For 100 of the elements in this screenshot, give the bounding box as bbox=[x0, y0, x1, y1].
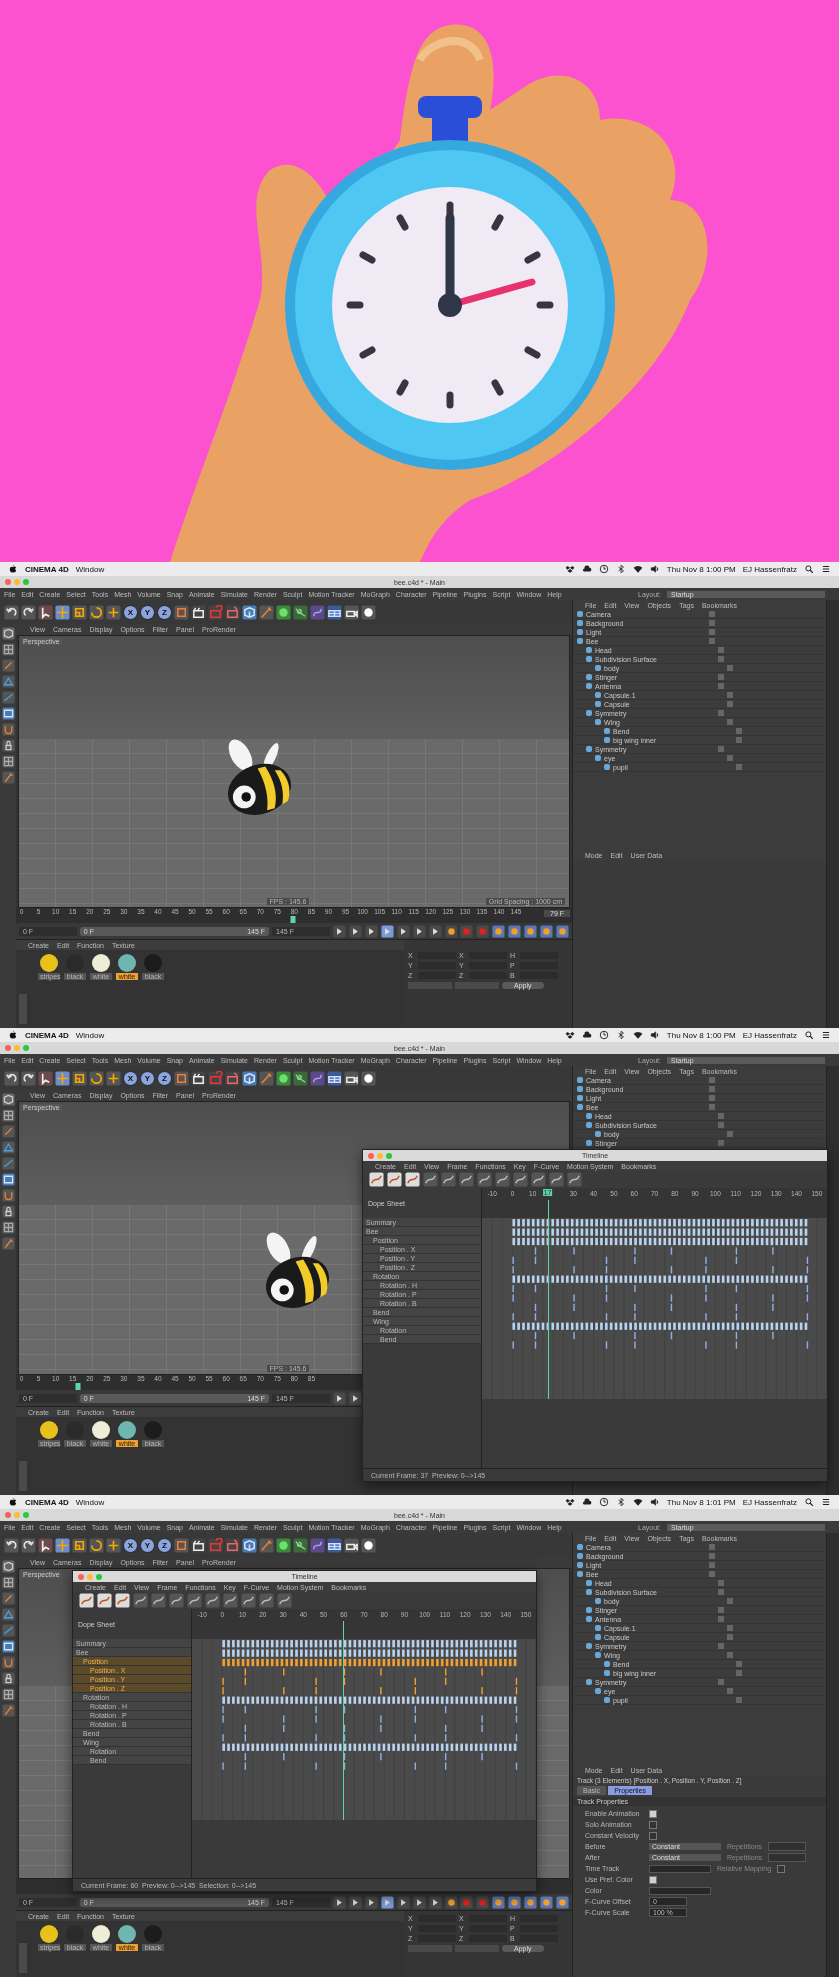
undo-icon[interactable] bbox=[4, 1537, 19, 1553]
volume-icon[interactable] bbox=[649, 1497, 660, 1507]
record-icon[interactable] bbox=[460, 924, 474, 938]
view-mode-icon[interactable] bbox=[369, 1172, 384, 1187]
axis-lock-button[interactable]: Y bbox=[140, 1070, 155, 1086]
scale-icon[interactable] bbox=[72, 604, 87, 620]
floor-icon[interactable] bbox=[327, 1070, 342, 1086]
pen-icon[interactable] bbox=[259, 604, 274, 620]
clock-icon[interactable] bbox=[598, 1497, 609, 1507]
cube-icon[interactable] bbox=[242, 604, 257, 620]
polygon-icon[interactable] bbox=[1, 1173, 15, 1186]
axis-lock-button[interactable]: Y bbox=[140, 1537, 155, 1553]
color-field[interactable] bbox=[649, 1886, 711, 1895]
floor-icon[interactable] bbox=[327, 604, 342, 620]
axis-lock-button[interactable]: X bbox=[123, 604, 138, 620]
number-field[interactable] bbox=[768, 1853, 807, 1862]
brush-icon[interactable] bbox=[1, 1704, 15, 1717]
checkbox[interactable] bbox=[649, 1809, 657, 1818]
skip-start-icon[interactable] bbox=[332, 924, 346, 938]
cursor-icon[interactable] bbox=[38, 1070, 53, 1086]
generator-icon[interactable] bbox=[293, 1537, 308, 1553]
lock-icon[interactable] bbox=[1, 739, 15, 752]
undo-icon[interactable] bbox=[4, 1070, 19, 1086]
vertex-icon[interactable] bbox=[1, 675, 15, 688]
move-icon[interactable] bbox=[492, 1895, 506, 1909]
key-tool-icon[interactable] bbox=[567, 1172, 582, 1187]
move-icon[interactable] bbox=[492, 924, 506, 938]
grid-icon[interactable] bbox=[1, 1221, 15, 1234]
sphere-icon[interactable] bbox=[276, 1537, 291, 1553]
play-icon[interactable] bbox=[396, 924, 410, 938]
bluetooth-icon[interactable] bbox=[615, 1030, 626, 1040]
generator-icon[interactable] bbox=[293, 1070, 308, 1086]
app-name-menu[interactable]: CINEMA 4D bbox=[25, 1030, 69, 1040]
pen-icon[interactable] bbox=[259, 1070, 274, 1086]
key-tool-icon[interactable] bbox=[441, 1172, 456, 1187]
key-tool-icon[interactable] bbox=[495, 1172, 510, 1187]
key-tool-icon[interactable] bbox=[459, 1172, 474, 1187]
cursor-icon[interactable] bbox=[38, 604, 53, 620]
rotate-icon[interactable] bbox=[524, 924, 538, 938]
cube-icon[interactable] bbox=[242, 1070, 257, 1086]
search-icon[interactable] bbox=[804, 564, 814, 574]
sphere-icon[interactable] bbox=[276, 604, 291, 620]
clock-text[interactable]: Thu Nov 8 1:00 PM bbox=[666, 564, 736, 574]
axis-lock-button[interactable]: Y bbox=[140, 604, 155, 620]
autokey-icon[interactable] bbox=[476, 1895, 490, 1909]
deformer-icon[interactable] bbox=[310, 1537, 325, 1553]
material-swatch[interactable] bbox=[118, 1925, 136, 1943]
checkbox[interactable] bbox=[649, 1875, 657, 1884]
light-bulb-icon[interactable] bbox=[361, 1537, 376, 1553]
move-icon[interactable] bbox=[55, 1537, 70, 1553]
app-name-menu[interactable]: CINEMA 4D bbox=[25, 1497, 69, 1507]
generator-icon[interactable] bbox=[293, 604, 308, 620]
redo-icon[interactable] bbox=[21, 604, 36, 620]
edit-icon[interactable] bbox=[1, 1125, 15, 1138]
edge-icon[interactable] bbox=[1, 1624, 15, 1637]
step-forward-icon[interactable] bbox=[412, 1895, 426, 1909]
skip-end-icon[interactable] bbox=[428, 924, 442, 938]
menu-item[interactable]: Window bbox=[75, 1030, 105, 1040]
view-mode-icon[interactable] bbox=[387, 1172, 402, 1187]
search-icon[interactable] bbox=[804, 1497, 814, 1507]
apple-logo-icon[interactable] bbox=[8, 1030, 18, 1040]
checkbox[interactable] bbox=[777, 1864, 786, 1873]
material-swatch[interactable] bbox=[66, 1925, 84, 1943]
redo-icon[interactable] bbox=[21, 1537, 36, 1553]
axis-lock-button[interactable]: X bbox=[123, 1537, 138, 1553]
autokey-icon[interactable] bbox=[476, 924, 490, 938]
camera-icon[interactable] bbox=[344, 1070, 359, 1086]
lock-icon[interactable] bbox=[1, 1205, 15, 1218]
cube-icon[interactable] bbox=[1, 1560, 15, 1573]
clock-text[interactable]: Thu Nov 8 1:00 PM bbox=[666, 1030, 736, 1040]
scale-icon[interactable] bbox=[508, 924, 522, 938]
app-name-menu[interactable]: CINEMA 4D bbox=[25, 564, 69, 574]
axis-lock-button[interactable]: Z bbox=[157, 604, 172, 620]
material-swatch[interactable] bbox=[66, 1421, 84, 1439]
material-swatch[interactable] bbox=[144, 954, 162, 972]
key-tool-icon[interactable] bbox=[223, 1593, 238, 1608]
key-tool-icon[interactable] bbox=[477, 1172, 492, 1187]
user-name[interactable]: EJ Hassenfratz bbox=[742, 564, 797, 574]
lock-icon[interactable] bbox=[1, 1672, 15, 1685]
clock-icon[interactable] bbox=[598, 1030, 609, 1040]
rotate-icon[interactable] bbox=[89, 604, 104, 620]
material-swatch[interactable] bbox=[92, 1421, 110, 1439]
user-name[interactable]: EJ Hassenfratz bbox=[742, 1030, 797, 1040]
view-mode-icon[interactable] bbox=[97, 1593, 112, 1608]
step-back-icon[interactable] bbox=[348, 924, 362, 938]
grid-icon[interactable] bbox=[1, 755, 15, 768]
step-forward-icon[interactable] bbox=[412, 924, 426, 938]
move-icon[interactable] bbox=[55, 604, 70, 620]
wifi-icon[interactable] bbox=[632, 1497, 643, 1507]
checkbox[interactable] bbox=[649, 1820, 657, 1829]
play-back-icon[interactable] bbox=[364, 924, 378, 938]
material-swatch[interactable] bbox=[40, 1421, 58, 1439]
list-icon[interactable] bbox=[821, 1497, 831, 1507]
light-bulb-icon[interactable] bbox=[361, 1070, 376, 1086]
polygon-icon[interactable] bbox=[1, 707, 15, 720]
polygon-icon[interactable] bbox=[1, 1640, 15, 1653]
key-tool-icon[interactable] bbox=[205, 1593, 220, 1608]
cursor-icon[interactable] bbox=[38, 1537, 53, 1553]
view-mode-icon[interactable] bbox=[115, 1593, 130, 1608]
material-swatch[interactable] bbox=[118, 954, 136, 972]
